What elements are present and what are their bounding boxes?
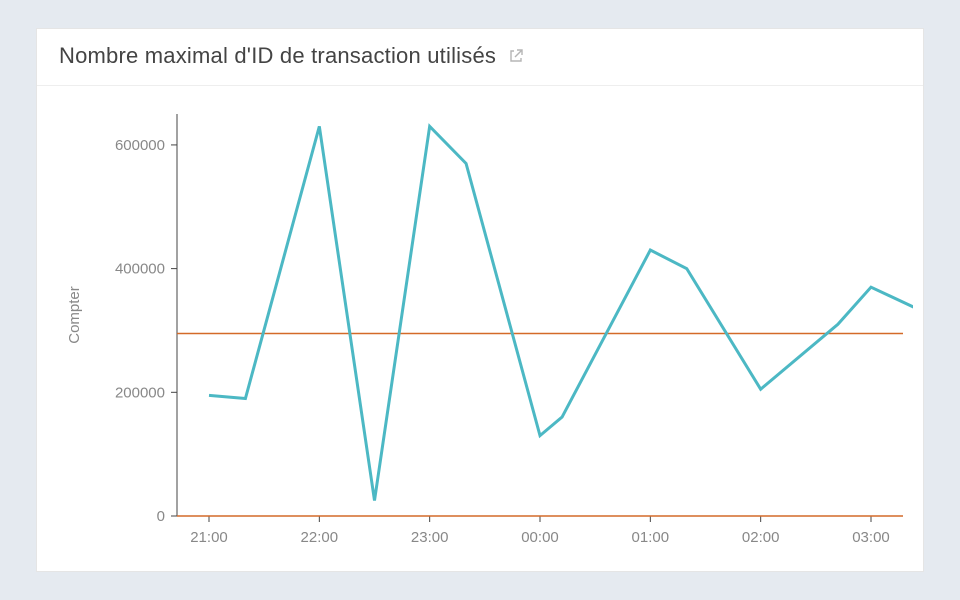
chart-plot-area: 0 200000 400000 600000 21:00 22:00 23:00 00:00 0… [37, 86, 923, 571]
card-header: Nombre maximal d'ID de transaction utili… [37, 29, 923, 86]
x-tick-label: 01:00 [632, 529, 670, 546]
y-tick-label: 400000 [115, 261, 165, 278]
x-tick-label: 23:00 [411, 529, 449, 546]
chart-svg: 0 200000 400000 600000 21:00 22:00 23:00 00:00 0… [47, 106, 913, 561]
y-tick-label: 0 [157, 508, 165, 525]
popout-icon[interactable] [508, 48, 524, 64]
y-axis-title: Compter [66, 286, 83, 344]
x-tick-label: 21:00 [190, 529, 228, 546]
y-tick-label: 200000 [115, 384, 165, 401]
x-tick-label: 00:00 [521, 529, 559, 546]
y-tick-label: 600000 [115, 137, 165, 154]
chart-card: Nombre maximal d'ID de transaction utili… [36, 28, 924, 572]
x-tick-label: 03:00 [852, 529, 890, 546]
data-series-line [209, 126, 913, 500]
x-tick-label: 02:00 [742, 529, 780, 546]
x-tick-label: 22:00 [301, 529, 339, 546]
chart-title: Nombre maximal d'ID de transaction utili… [59, 43, 496, 69]
